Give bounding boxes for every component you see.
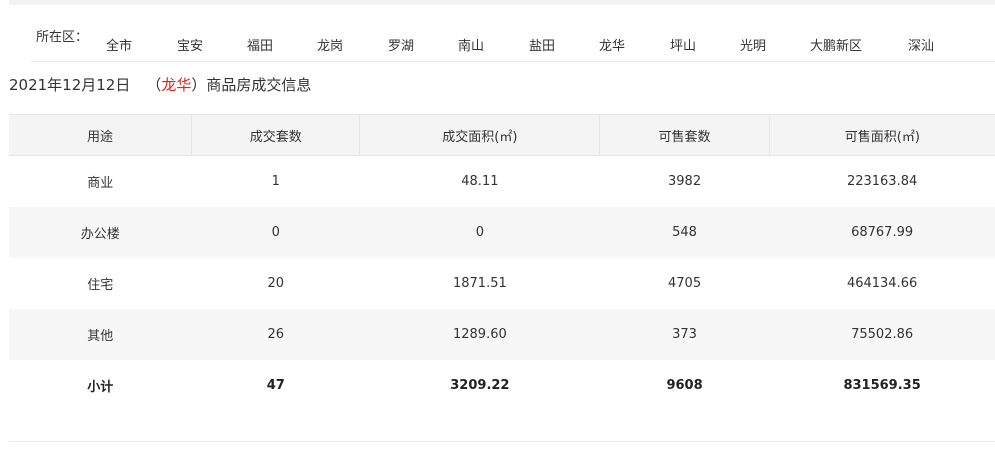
cell-avail-area: 831569.35 xyxy=(843,377,921,393)
district-link-luohu[interactable]: 罗湖 xyxy=(388,35,414,54)
cell-usage: 办公楼 xyxy=(80,226,120,242)
cell-usage: 小计 xyxy=(87,379,114,395)
district-link-pingshan[interactable]: 坪山 xyxy=(670,35,696,54)
district-link-baoan[interactable]: 宝安 xyxy=(177,35,203,54)
title-district: 龙华 xyxy=(161,76,192,94)
header-sold-units: 成交套数 xyxy=(191,114,361,156)
district-link-all[interactable]: 全市 xyxy=(106,35,132,54)
cell-sold-units: 20 xyxy=(267,275,284,291)
table-row: 其他 26 1289.60 373 75502.86 xyxy=(9,308,995,360)
divider xyxy=(9,441,995,442)
cell-usage: 住宅 xyxy=(87,277,114,293)
cell-avail-units: 4705 xyxy=(668,275,702,291)
district-link-guangming[interactable]: 光明 xyxy=(740,35,766,54)
district-link-longgang[interactable]: 龙岗 xyxy=(317,35,343,54)
cell-usage: 商业 xyxy=(87,175,114,191)
divider xyxy=(30,61,995,62)
cell-avail-units: 548 xyxy=(672,224,697,240)
cell-sold-units: 47 xyxy=(266,377,285,393)
table-row: 住宅 20 1871.51 4705 464134.66 xyxy=(9,258,995,309)
header-avail-units: 可售套数 xyxy=(599,114,770,156)
table-total-row: 小计 47 3209.22 9608 831569.35 xyxy=(9,360,995,411)
title-suffix: 商品房成交信息 xyxy=(206,76,312,94)
cell-avail-area: 68767.99 xyxy=(851,224,914,240)
cell-avail-area: 223163.84 xyxy=(846,173,918,189)
cell-avail-units: 3982 xyxy=(668,173,702,189)
cell-avail-area: 464134.66 xyxy=(846,275,918,291)
cell-sold-area: 3209.22 xyxy=(450,377,510,393)
district-link-futian[interactable]: 福田 xyxy=(247,35,273,54)
cell-sold-area: 1871.51 xyxy=(452,275,507,291)
cell-sold-area: 0 xyxy=(475,224,485,240)
district-filter-label: 所在区： xyxy=(36,29,89,45)
district-link-yantian[interactable]: 盐田 xyxy=(529,35,555,54)
district-link-longhua[interactable]: 龙华 xyxy=(599,35,625,54)
page-title: 2021年12月12日 （龙华）商品房成交信息 xyxy=(9,74,311,95)
table-row: 商业 1 48.11 3982 223163.84 xyxy=(9,156,995,207)
cell-sold-units: 1 xyxy=(271,173,280,189)
district-filter-bar: 所在区： 全市 宝安 福田 龙岗 罗湖 南山 盐田 龙华 坪山 光明 大鹏新区 … xyxy=(36,25,934,55)
header-avail-area: 可售面积(㎡) xyxy=(769,114,995,156)
transaction-table: 用途 成交套数 成交面积(㎡) 可售套数 可售面积(㎡) 商业 1 48.11 … xyxy=(9,114,995,411)
cell-avail-units: 9608 xyxy=(666,377,703,393)
header-usage: 用途 xyxy=(9,114,193,156)
table-header-row: 用途 成交套数 成交面积(㎡) 可售套数 可售面积(㎡) xyxy=(9,114,995,156)
cell-avail-units: 373 xyxy=(672,326,697,342)
title-open-paren: （ xyxy=(146,76,162,94)
cell-avail-area: 75502.86 xyxy=(851,326,914,342)
title-date: 2021年12月12日 xyxy=(9,76,131,94)
district-link-shenshan[interactable]: 深汕 xyxy=(908,35,934,54)
cell-sold-area: 1289.60 xyxy=(452,326,507,342)
top-strip xyxy=(9,0,995,5)
table-row: 办公楼 0 0 548 68767.99 xyxy=(9,206,995,258)
district-link-nanshan[interactable]: 南山 xyxy=(458,35,484,54)
cell-sold-units: 26 xyxy=(267,326,284,342)
district-link-dapeng[interactable]: 大鹏新区 xyxy=(810,35,862,54)
header-sold-area: 成交面积(㎡) xyxy=(359,114,601,156)
cell-sold-units: 0 xyxy=(271,224,280,240)
cell-usage: 其他 xyxy=(87,328,114,344)
cell-sold-area: 48.11 xyxy=(461,173,499,189)
title-close-paren: ） xyxy=(191,76,207,94)
